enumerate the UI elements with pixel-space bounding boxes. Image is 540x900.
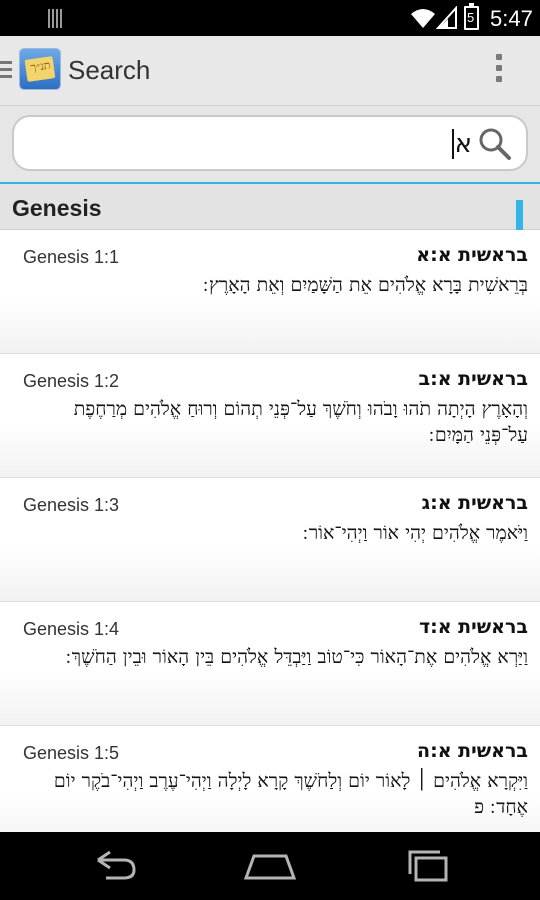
- action-bar: תנ״ך Search: [0, 36, 540, 106]
- search-input[interactable]: א: [12, 115, 528, 171]
- status-time: 5:47: [490, 6, 533, 31]
- verse-ref: Genesis 1:2: [23, 371, 120, 391]
- section-title: Genesis: [12, 195, 102, 221]
- home-icon[interactable]: [240, 844, 300, 888]
- overflow-menu-icon[interactable]: [496, 54, 502, 87]
- verse-text: וַיַּרְא אֱלֹהִים אֶת־הָאוֹר כִּי־טוֹב ו…: [65, 646, 528, 668]
- notification-icon: [48, 9, 66, 28]
- text-caret: [452, 129, 454, 159]
- search-icon[interactable]: [478, 127, 512, 161]
- signal-icon: [436, 6, 457, 29]
- verse-item[interactable]: Genesis 1:4 בראשית א:ד וַיַּרְא אֱלֹהִים…: [0, 602, 540, 726]
- verse-text: וְהָאָרֶץ הָיְתָה תֹהוּ וָבֹהוּ וְחֹשֶׁך…: [73, 398, 528, 446]
- search-value: א: [454, 129, 472, 159]
- page-title: Search: [68, 55, 151, 85]
- back-icon[interactable]: [84, 844, 144, 888]
- battery-level: 5: [467, 10, 475, 25]
- verse-item[interactable]: Genesis 1:3 בראשית א:ג וַיֹּאמֶר אֱלֹהִי…: [0, 478, 540, 602]
- drawer-icon[interactable]: [0, 61, 12, 82]
- verse-text: בְּרֵאשִׁית בָּרָא אֱלֹהִים אֵת הַשָּׁמַ…: [202, 274, 528, 296]
- verse-ref: Genesis 1:1: [23, 247, 120, 267]
- verse-text: וַיֹּאמֶר אֱלֹהִים יְהִי אוֹר וַיְהִי־או…: [302, 522, 528, 544]
- section-header: Genesis: [0, 184, 540, 230]
- verse-hebrew-ref: בראשית א:ב: [418, 368, 528, 390]
- scroll-icon: תנ״ך: [24, 56, 56, 82]
- recents-icon[interactable]: [398, 844, 458, 888]
- verse-item[interactable]: Genesis 1:2 בראשית א:ב וְהָאָרֶץ הָיְתָה…: [0, 354, 540, 478]
- verse-list: Genesis 1:1 בראשית א:א בְּרֵאשִׁית בָּרָ…: [0, 230, 540, 832]
- logo-text: תנ״ך: [29, 58, 52, 75]
- search-area: א: [0, 106, 540, 182]
- verse-hebrew-ref: בראשית א:ד: [418, 616, 528, 638]
- verse-item[interactable]: Genesis 1:5 בראשית א:ה וַיִּקְרָא אֱלֹהִ…: [0, 726, 540, 832]
- wifi-icon: [411, 9, 435, 28]
- verse-text: וַיִּקְרָא אֱלֹהִים ׀ לָאוֹר יוֹם וְלַחֹ…: [53, 770, 528, 818]
- navigation-bar: [0, 832, 540, 900]
- verse-hebrew-ref: בראשית א:ה: [417, 740, 528, 762]
- status-bar: 5 5:47: [0, 0, 540, 36]
- verse-ref: Genesis 1:5: [23, 743, 120, 763]
- verse-hebrew-ref: בראשית א:ג: [421, 492, 528, 514]
- verse-ref: Genesis 1:4: [23, 619, 120, 639]
- battery-icon: 5: [464, 3, 479, 30]
- verse-hebrew-ref: בראשית א:א: [416, 244, 528, 266]
- app-logo[interactable]: תנ״ך: [20, 49, 60, 89]
- verse-ref: Genesis 1:3: [23, 495, 120, 515]
- verse-item[interactable]: Genesis 1:1 בראשית א:א בְּרֵאשִׁית בָּרָ…: [0, 230, 540, 354]
